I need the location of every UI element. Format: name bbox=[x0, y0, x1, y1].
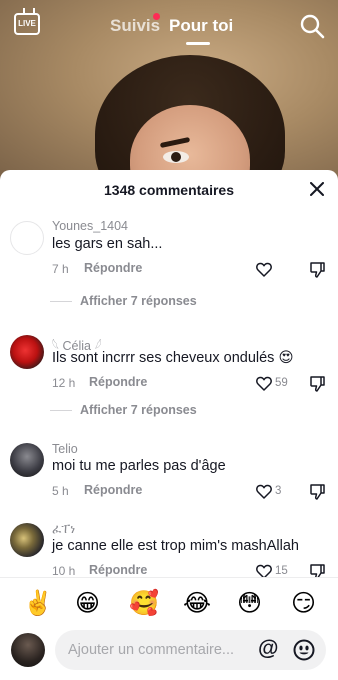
comment-text: je canne elle est trop mim's mashAllah bbox=[52, 538, 299, 554]
search-icon[interactable] bbox=[299, 13, 325, 39]
emoji-victory-button[interactable]: ✌️ bbox=[23, 590, 53, 618]
active-tab-indicator bbox=[186, 42, 210, 45]
heart-icon[interactable] bbox=[256, 262, 272, 277]
comment-input-bar: Ajouter un commentaire... @ bbox=[0, 627, 338, 680]
comment-time: 12 h bbox=[52, 376, 76, 390]
avatar[interactable] bbox=[10, 443, 44, 477]
comment-username[interactable]: Telio bbox=[52, 442, 78, 456]
view-replies-label: Afficher 7 réponses bbox=[80, 294, 197, 308]
dislike-icon[interactable] bbox=[310, 484, 325, 500]
comment-time: 10 h bbox=[52, 564, 76, 578]
comment-time: 7 h bbox=[52, 262, 69, 276]
emoji-grin-button[interactable]: 😁 bbox=[75, 590, 100, 618]
view-replies-button[interactable]: Afficher 7 réponses bbox=[50, 294, 197, 308]
quick-emoji-bar: ✌️ 😁 🥰 😂 😳 😏 bbox=[0, 577, 338, 627]
live-icon[interactable]: LIVE bbox=[14, 13, 40, 35]
comment-username[interactable]: Younes_1404 bbox=[52, 219, 128, 233]
comments-count-title: 1348 commentaires bbox=[104, 182, 234, 198]
avatar[interactable] bbox=[10, 523, 44, 557]
comment-input-placeholder: Ajouter un commentaire... bbox=[68, 642, 235, 658]
reply-button[interactable]: Répondre bbox=[84, 261, 142, 275]
emoji-laugh-button[interactable]: 😂 bbox=[183, 590, 211, 618]
replies-divider bbox=[50, 410, 72, 412]
like-count: 15 bbox=[275, 565, 288, 577]
reply-button[interactable]: Répondre bbox=[84, 483, 142, 497]
close-icon[interactable] bbox=[310, 182, 324, 196]
dislike-icon[interactable] bbox=[310, 262, 325, 278]
emoji-picker-icon[interactable] bbox=[293, 639, 315, 661]
like-count: 59 bbox=[275, 377, 288, 389]
view-replies-button[interactable]: Afficher 7 réponses bbox=[50, 403, 197, 417]
view-replies-label: Afficher 7 réponses bbox=[80, 403, 197, 417]
emoji-flushed-button[interactable]: 😳 bbox=[237, 590, 262, 618]
tab-following[interactable]: Suivis bbox=[110, 16, 160, 36]
my-avatar[interactable] bbox=[11, 633, 45, 667]
emoji-hearts-button[interactable]: 🥰 bbox=[129, 590, 159, 618]
tab-for-you[interactable]: Pour toi bbox=[169, 16, 233, 36]
comment-text: moi tu me parles pas d'âge bbox=[52, 458, 226, 474]
reply-button[interactable]: Répondre bbox=[89, 375, 147, 389]
notification-dot bbox=[153, 13, 160, 20]
mention-icon[interactable]: @ bbox=[258, 637, 278, 661]
dislike-icon[interactable] bbox=[310, 376, 325, 392]
avatar[interactable] bbox=[10, 221, 44, 255]
comment-text: Ils sont incrrr ses cheveux ondulés 😍 bbox=[52, 350, 294, 366]
comment-time: 5 h bbox=[52, 484, 69, 498]
heart-icon[interactable] bbox=[256, 376, 272, 391]
reply-button[interactable]: Répondre bbox=[89, 563, 147, 577]
video-eye bbox=[163, 151, 189, 163]
comment-text: les gars en sah... bbox=[52, 236, 163, 252]
replies-divider bbox=[50, 301, 72, 303]
heart-icon[interactable] bbox=[256, 484, 272, 499]
avatar[interactable] bbox=[10, 335, 44, 369]
emoji-smirk-button[interactable]: 😏 bbox=[291, 590, 316, 618]
top-navigation: LIVE Suivis Pour toi bbox=[0, 0, 338, 50]
like-count: 3 bbox=[275, 485, 282, 497]
comment-username[interactable]: ፈፐነ bbox=[52, 522, 75, 537]
comment-input[interactable]: Ajouter un commentaire... @ bbox=[55, 630, 326, 670]
